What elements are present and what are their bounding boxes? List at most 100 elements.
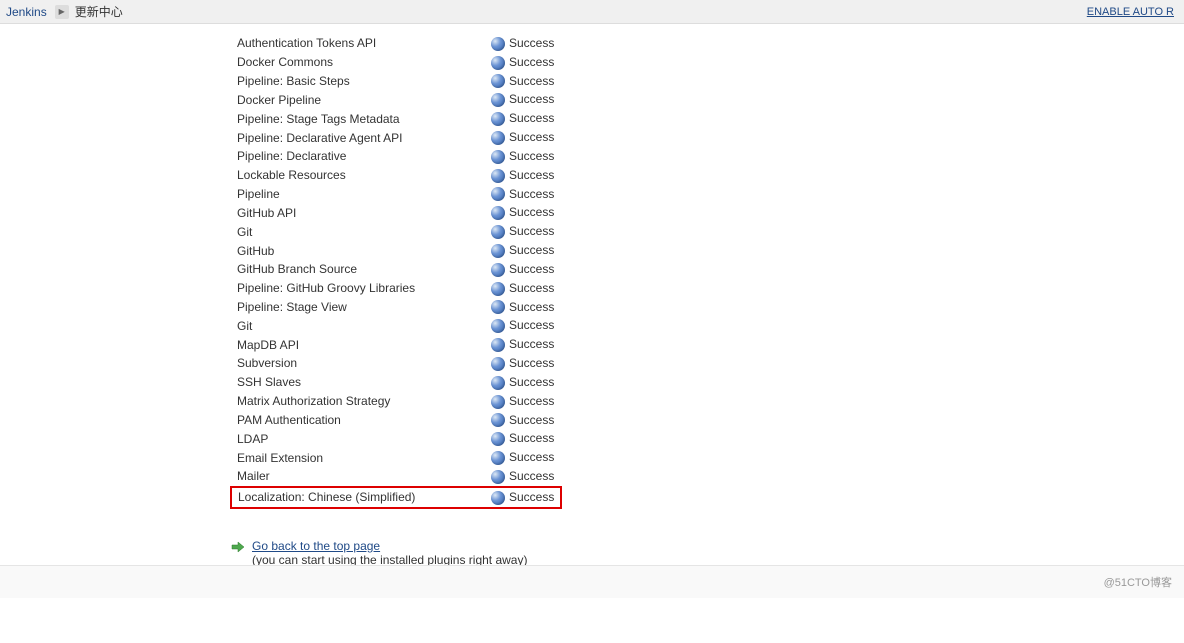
plugin-status: Success <box>485 147 561 166</box>
plugin-name: Mailer <box>231 467 485 487</box>
status-text: Success <box>509 243 554 257</box>
plugin-name: Lockable Resources <box>231 166 485 185</box>
success-globe-icon <box>491 357 505 371</box>
plugin-name: GitHub Branch Source <box>231 260 485 279</box>
status-text: Success <box>509 224 554 238</box>
plugin-status: Success <box>485 467 561 487</box>
plugin-status: Success <box>485 90 561 109</box>
table-row: Lockable Resources Success <box>231 166 561 185</box>
plugin-status: Success <box>485 429 561 448</box>
status-text: Success <box>509 450 554 464</box>
plugin-name: GitHub API <box>231 203 485 222</box>
plugin-name: SSH Slaves <box>231 373 485 392</box>
plugin-status: Success <box>485 109 561 128</box>
plugin-status: Success <box>485 298 561 317</box>
status-text: Success <box>509 205 554 219</box>
plugin-status: Success <box>485 392 561 411</box>
footer-watermark: @51CTO博客 <box>1104 577 1172 589</box>
table-row: GitHub Branch SourceSuccess <box>231 260 561 279</box>
status-text: Success <box>509 281 554 295</box>
status-text: Success <box>509 413 554 427</box>
breadcrumb-separator-icon[interactable]: ▶ <box>55 5 69 19</box>
plugin-status: Success <box>485 279 561 298</box>
breadcrumb: Jenkins ▶ 更新中心 ENABLE AUTO R <box>0 0 1184 24</box>
table-row: Docker Commons Success <box>231 53 561 72</box>
plugin-name: Pipeline: Declarative Agent API <box>231 128 485 147</box>
plugin-status: Success <box>485 166 561 185</box>
table-row: GitSuccess <box>231 222 561 241</box>
success-globe-icon <box>491 169 505 183</box>
plugin-name: Pipeline: GitHub Groovy Libraries <box>231 279 485 298</box>
plugin-name: Pipeline: Stage View <box>231 298 485 317</box>
page-footer: @51CTO博客 <box>0 565 1184 598</box>
success-globe-icon <box>491 300 505 314</box>
table-row: Pipeline: Stage View Success <box>231 298 561 317</box>
success-globe-icon <box>491 74 505 88</box>
table-row: GitSuccess <box>231 316 561 335</box>
plugin-status: Success <box>485 241 561 260</box>
plugin-name: PAM Authentication <box>231 411 485 430</box>
table-row: Pipeline: Declarative Success <box>231 147 561 166</box>
success-globe-icon <box>491 451 505 465</box>
status-text: Success <box>509 394 554 408</box>
status-text: Success <box>509 36 554 50</box>
plugin-name: Pipeline: Stage Tags Metadata <box>231 109 485 128</box>
table-row: LDAP Success <box>231 429 561 448</box>
plugin-name: Docker Commons <box>231 53 485 72</box>
status-text: Success <box>509 55 554 69</box>
table-row: Pipeline Success <box>231 185 561 204</box>
success-globe-icon <box>491 187 505 201</box>
plugin-name: GitHub <box>231 241 485 260</box>
status-text: Success <box>509 300 554 314</box>
forward-arrow-icon <box>230 539 246 555</box>
status-text: Success <box>509 431 554 445</box>
plugin-status: Success <box>485 448 561 467</box>
status-text: Success <box>509 356 554 370</box>
success-globe-icon <box>491 93 505 107</box>
breadcrumb-root-link[interactable]: Jenkins <box>6 5 47 19</box>
plugin-status: Success <box>485 335 561 354</box>
status-text: Success <box>509 168 554 182</box>
plugin-status: Success <box>485 53 561 72</box>
plugin-name: Authentication Tokens API <box>231 34 485 53</box>
status-text: Success <box>509 469 554 483</box>
table-row: Localization: Chinese (Simplified)Succes… <box>231 487 561 508</box>
plugin-install-table: Authentication Tokens APISuccessDocker C… <box>230 34 562 509</box>
table-row: PAM Authentication Success <box>231 411 561 430</box>
success-globe-icon <box>491 470 505 484</box>
status-text: Success <box>509 187 554 201</box>
success-globe-icon <box>491 263 505 277</box>
status-text: Success <box>509 490 554 504</box>
status-text: Success <box>509 337 554 351</box>
success-globe-icon <box>491 432 505 446</box>
success-globe-icon <box>491 225 505 239</box>
plugin-name: Matrix Authorization Strategy <box>231 392 485 411</box>
success-globe-icon <box>491 131 505 145</box>
plugin-name: Pipeline: Basic Steps <box>231 72 485 91</box>
success-globe-icon <box>491 319 505 333</box>
go-back-link[interactable]: Go back to the top page <box>252 539 527 553</box>
table-row: Email Extension Success <box>231 448 561 467</box>
table-row: SubversionSuccess <box>231 354 561 373</box>
plugin-status: Success <box>485 34 561 53</box>
table-row: Pipeline: Stage Tags Metadata Success <box>231 109 561 128</box>
table-row: GitHub Success <box>231 241 561 260</box>
status-text: Success <box>509 149 554 163</box>
plugin-name: Pipeline <box>231 185 485 204</box>
status-text: Success <box>509 111 554 125</box>
plugin-name: Email Extension <box>231 448 485 467</box>
table-row: SSH Slaves Success <box>231 373 561 392</box>
success-globe-icon <box>491 206 505 220</box>
plugin-status: Success <box>485 222 561 241</box>
success-globe-icon <box>491 338 505 352</box>
status-text: Success <box>509 375 554 389</box>
plugin-name: LDAP <box>231 429 485 448</box>
table-row: Matrix Authorization Strategy Success <box>231 392 561 411</box>
plugin-status: Success <box>485 354 561 373</box>
plugin-status: Success <box>485 203 561 222</box>
success-globe-icon <box>491 244 505 258</box>
plugin-name: Pipeline: Declarative <box>231 147 485 166</box>
success-globe-icon <box>491 150 505 164</box>
auto-refresh-toggle[interactable]: ENABLE AUTO R <box>1087 6 1178 18</box>
success-globe-icon <box>491 395 505 409</box>
